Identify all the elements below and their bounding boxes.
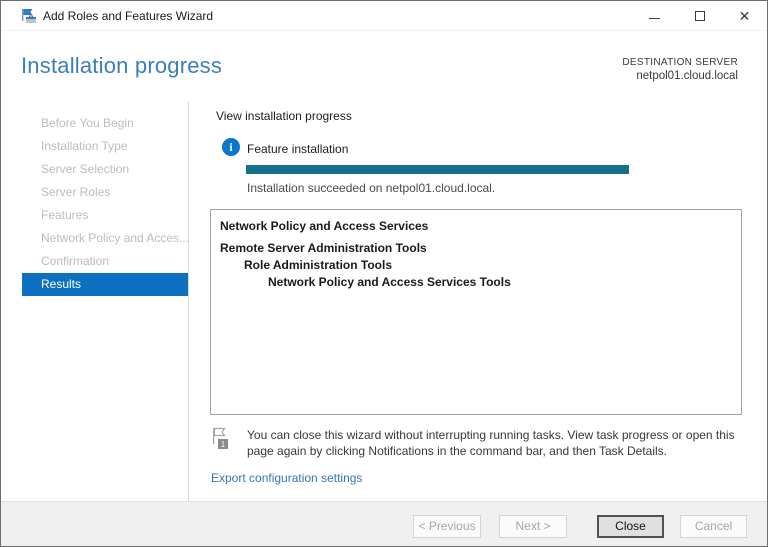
page-title: Installation progress [21,53,223,78]
wizard-window: Add Roles and Features Wizard ✕ Installa… [0,0,768,547]
destination-server-label: DESTINATION SERVER [622,57,738,68]
maximize-button[interactable] [677,1,722,31]
minimize-icon [649,17,660,19]
minimize-button[interactable] [632,1,677,31]
installed-features-list[interactable]: Network Policy and Access Services Remot… [210,209,742,415]
window-title: Add Roles and Features Wizard [43,9,214,23]
close-button[interactable]: Close [597,515,664,538]
previous-button: < Previous [413,515,481,538]
installation-progress-bar [246,165,629,174]
notification-flag-icon: 1 [212,427,234,453]
sidebar-item-before-you-begin: Before You Begin [41,116,134,130]
destination-server-name: netpol01.cloud.local [636,70,738,82]
wizard-steps-sidebar: Before You Begin Installation Type Serve… [1,101,188,501]
export-configuration-link[interactable]: Export configuration settings [211,471,362,485]
footer-bar: < Previous Next > Close Cancel [1,501,767,546]
sidebar-item-network-policy: Network Policy and Acces... [41,231,188,245]
close-wizard-note: You can close this wizard without interr… [247,428,735,458]
installation-status-text: Installation succeeded on netpol01.cloud… [247,181,496,195]
feature-installation-title: Feature installation [247,142,349,156]
sidebar-item-server-roles: Server Roles [41,185,111,199]
sidebar-item-server-selection: Server Selection [41,162,130,176]
list-item: Network Policy and Access Services [220,219,429,233]
close-window-button[interactable]: ✕ [722,1,767,31]
list-item: Network Policy and Access Services Tools [268,275,511,289]
cancel-button: Cancel [680,515,747,538]
destination-server-block: DESTINATION SERVER netpol01.cloud.local [622,57,738,82]
sidebar-item-confirmation: Confirmation [41,254,110,268]
wizard-app-icon [22,9,36,23]
sidebar-item-results[interactable]: Results [22,273,188,296]
next-button: Next > [499,515,567,538]
sidebar-item-installation-type: Installation Type [41,139,128,153]
maximize-icon [694,11,705,21]
section-label: View installation progress [216,109,352,123]
title-bar: Add Roles and Features Wizard ✕ [1,1,767,31]
close-icon: ✕ [738,7,751,24]
notification-count-badge: 1 [217,438,229,450]
installation-progress-fill [246,165,629,174]
info-icon: i [222,138,240,156]
list-item: Remote Server Administration Tools [220,241,427,255]
sidebar-item-features: Features [41,208,89,222]
list-item: Role Administration Tools [244,258,393,272]
main-content: View installation progress i Feature ins… [189,101,768,501]
